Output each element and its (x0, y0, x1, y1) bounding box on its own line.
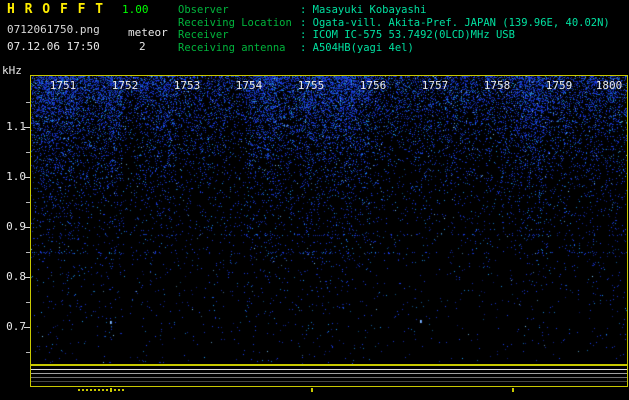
y-tick-label: 1.1 (4, 120, 26, 133)
info-row-receiver: Receiver: ICOM IC-575 53.7492(0LCD)MHz U… (178, 29, 610, 42)
info-value: : Masayuki Kobayashi (300, 4, 426, 16)
x-tick-label: 1752 (112, 79, 139, 92)
x-tick-label: 1756 (360, 79, 387, 92)
x-axis-tick (311, 388, 313, 392)
x-tick-label: 1754 (236, 79, 263, 92)
x-tick-label: 1753 (174, 79, 201, 92)
signal-level-panel (30, 365, 628, 387)
x-tick-label: 1755 (298, 79, 325, 92)
y-tick-label: 1.0 (4, 170, 26, 183)
app-version: 1.00 (122, 3, 149, 16)
station-info: Observer: Masayuki Kobayashi Receiving L… (178, 4, 610, 55)
spectrogram-frame (30, 75, 628, 365)
y-tick-label: 0.9 (4, 220, 26, 233)
meteor-count: 2 (139, 40, 146, 53)
x-axis-tick (110, 388, 112, 392)
x-axis-dash-marks (78, 389, 124, 391)
info-row-observer: Observer: Masayuki Kobayashi (178, 4, 610, 17)
x-axis-tick (512, 388, 514, 392)
signal-level-trace (31, 381, 627, 382)
observation-datetime: 07.12.06 17:50 (7, 40, 100, 53)
app-title: H R O F F T (7, 2, 104, 17)
x-tick-label: 1757 (422, 79, 449, 92)
x-tick-label: 1751 (50, 79, 77, 92)
info-row-location: Receiving Location: Ogata-vill. Akita-Pr… (178, 17, 610, 30)
x-tick-label: 1758 (484, 79, 511, 92)
info-label: Receiving Location (178, 17, 300, 30)
signal-level-trace (31, 369, 627, 370)
info-value: : ICOM IC-575 53.7492(0LCD)MHz USB (300, 29, 515, 41)
y-axis-unit: kHz (2, 64, 22, 77)
y-tick-label: 0.8 (4, 270, 26, 283)
x-tick-label: 1800 (596, 79, 623, 92)
info-label: Receiving antenna (178, 42, 300, 55)
hrofft-screen: H R O F F T 1.00 0712061750.png meteor 2… (0, 0, 629, 400)
info-value: : A504HB(yagi 4el) (300, 42, 414, 54)
info-row-antenna: Receiving antenna: A504HB(yagi 4el) (178, 42, 610, 55)
x-tick-label: 1759 (546, 79, 573, 92)
info-label: Observer (178, 4, 300, 17)
info-value: : Ogata-vill. Akita-Pref. JAPAN (139.96E… (300, 17, 610, 29)
signal-level-trace (31, 373, 627, 374)
signal-level-trace (31, 377, 627, 378)
info-label: Receiver (178, 29, 300, 42)
mode-label: meteor (128, 26, 168, 39)
output-filename: 0712061750.png (7, 23, 100, 36)
y-tick-label: 0.7 (4, 320, 26, 333)
